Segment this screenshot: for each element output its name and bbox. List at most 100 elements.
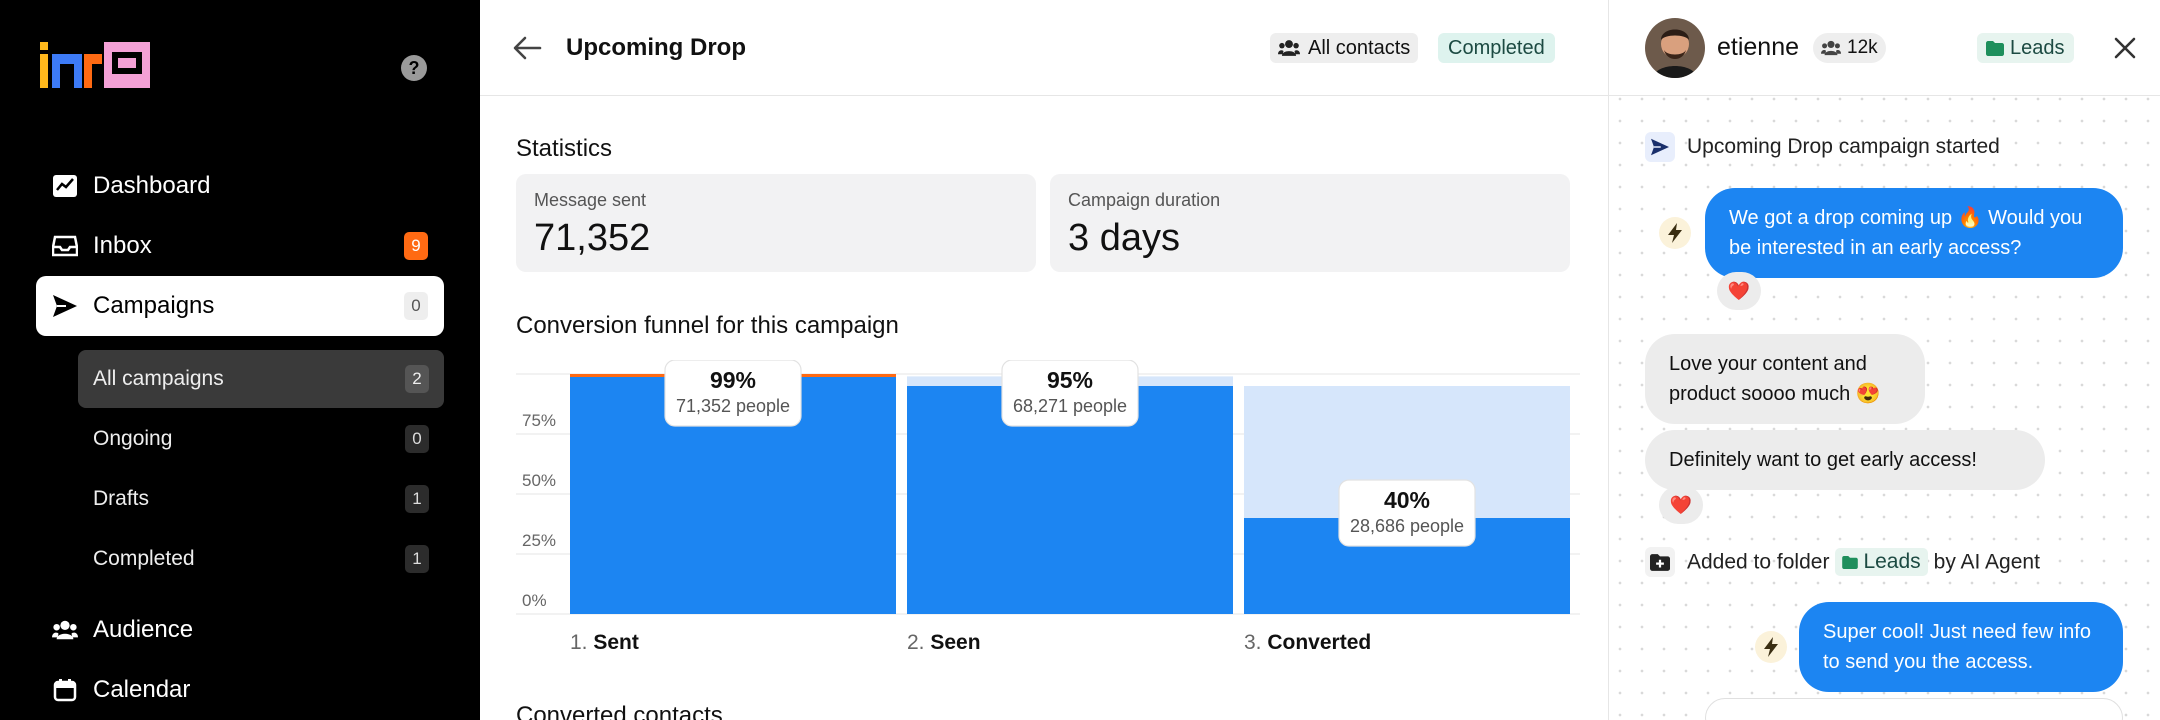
stat-label: Message sent xyxy=(534,190,647,210)
folder-add-icon xyxy=(1645,547,1675,577)
message-outgoing-partial xyxy=(1705,698,2123,720)
inbox-icon xyxy=(52,233,78,259)
users-icon xyxy=(52,617,78,643)
campaign-header: Upcoming Drop All contacts Completed xyxy=(480,0,1608,96)
ai-bolt-icon xyxy=(1755,631,1787,663)
nav-calendar[interactable]: Calendar xyxy=(36,660,444,720)
send-icon xyxy=(1645,132,1675,162)
y-tick-label: 0% xyxy=(522,591,547,610)
message-incoming[interactable]: Love your content and product soooo much… xyxy=(1645,334,1925,424)
message-outgoing[interactable]: We got a drop coming up 🔥 Would you be i… xyxy=(1705,188,2123,278)
followers-count: 12k xyxy=(1847,37,1878,58)
folder-badge[interactable]: Leads xyxy=(1835,548,1928,576)
data-label-percent: 40% xyxy=(1384,487,1430,513)
funnel-heading: Conversion funnel for this campaign xyxy=(516,312,899,339)
data-label-people: 71,352 people xyxy=(676,396,790,416)
data-label-percent: 99% xyxy=(710,367,756,393)
y-tick-label: 50% xyxy=(522,471,556,490)
y-tick-label: 25% xyxy=(522,531,556,550)
conversation-header: etienne 12k Leads xyxy=(1609,0,2160,96)
event-campaign-name[interactable]: Upcoming Drop xyxy=(1687,135,1833,158)
back-arrow-icon[interactable] xyxy=(512,34,542,62)
campaigns-count-badge: 0 xyxy=(404,292,428,320)
stat-value: 71,352 xyxy=(534,217,651,259)
inbox-count-badge: 9 xyxy=(404,232,428,260)
converted-contacts-heading: Converted contacts xyxy=(516,702,723,720)
category-label: 3. Converted xyxy=(1244,631,1371,654)
y-tick-label: 75% xyxy=(522,411,556,430)
data-label-people: 68,271 people xyxy=(1013,396,1127,416)
stat-value: 3 days xyxy=(1068,217,1180,259)
stat-label: Campaign duration xyxy=(1068,190,1221,210)
data-label-percent: 95% xyxy=(1047,367,1093,393)
contact-username: etienne xyxy=(1717,33,1800,61)
nav-inbox[interactable]: Inbox 9 xyxy=(36,216,444,276)
message-outgoing[interactable]: Super cool! Just need few info to send y… xyxy=(1799,602,2123,692)
audience-label: All contacts xyxy=(1308,36,1411,59)
subnav-all-campaigns[interactable]: All campaigns 2 xyxy=(78,350,444,408)
campaign-title: Upcoming Drop xyxy=(566,34,746,61)
users-icon xyxy=(1821,40,1841,56)
avatar[interactable] xyxy=(1645,18,1705,78)
subnav-label: Drafts xyxy=(93,487,150,510)
funnel-chart: 0% 25% 50% 75% 99% 71,352 people 1. Sent 95% 68,… xyxy=(516,360,1580,654)
event-text: Upcoming Drop campaign started xyxy=(1687,135,2000,159)
category-number: 3. xyxy=(1244,631,1267,654)
category-number: 2. xyxy=(907,631,930,654)
nav-label: Audience xyxy=(93,616,194,643)
nav-label: Dashboard xyxy=(93,172,211,199)
stat-card-messages: Message sent 71,352 xyxy=(516,174,1036,272)
help-icon[interactable]: ? xyxy=(401,55,427,81)
ai-bolt-icon xyxy=(1659,217,1691,249)
event-text: Added to folder Leads by AI Agent xyxy=(1687,548,2040,576)
audience-pill[interactable]: All contacts xyxy=(1270,33,1419,63)
message-incoming[interactable]: Definitely want to get early access! xyxy=(1645,430,2045,490)
heart-reaction[interactable]: ❤️ xyxy=(1659,486,1703,524)
status-badge: Completed xyxy=(1438,33,1555,63)
subnav-completed[interactable]: Completed 1 xyxy=(78,530,444,588)
event-campaign-started: Upcoming Drop campaign started xyxy=(1645,132,2000,162)
calendar-icon xyxy=(52,677,78,703)
subnav-count-badge: 0 xyxy=(405,425,429,453)
nav-dashboard[interactable]: Dashboard xyxy=(36,156,444,216)
subnav-label: All campaigns xyxy=(93,367,224,390)
subnav-count-badge: 1 xyxy=(405,545,429,573)
category-name: Seen xyxy=(930,631,980,654)
nav-label: Inbox xyxy=(93,232,152,259)
statistics-heading: Statistics xyxy=(516,135,613,162)
folder-icon xyxy=(1986,40,2004,56)
stat-card-duration: Campaign duration 3 days xyxy=(1050,174,1570,272)
event-added-suffix: by AI Agent xyxy=(1933,550,2040,574)
campaign-detail: Upcoming Drop All contacts Completed Sta… xyxy=(480,0,1608,720)
folder-badge[interactable]: Leads xyxy=(1977,33,2074,63)
send-icon xyxy=(52,293,78,319)
subnav-ongoing[interactable]: Ongoing 0 xyxy=(78,410,444,468)
app-logo[interactable] xyxy=(40,40,150,90)
heart-reaction[interactable]: ❤️ xyxy=(1717,272,1761,310)
nav-campaigns[interactable]: Campaigns 0 xyxy=(36,276,444,336)
nav-audience[interactable]: Audience xyxy=(36,600,444,660)
category-label: 2. Seen xyxy=(907,631,981,654)
event-added-to-folder: Added to folder Leads by AI Agent xyxy=(1645,547,2040,577)
category-name: Converted xyxy=(1267,631,1371,654)
data-label-people: 28,686 people xyxy=(1350,516,1464,536)
subnav-count-badge: 2 xyxy=(405,365,429,393)
subnav-label: Ongoing xyxy=(93,427,173,450)
close-icon[interactable] xyxy=(2113,36,2137,60)
event-campaign-text: campaign started xyxy=(1838,135,2000,158)
subnav-count-badge: 1 xyxy=(405,485,429,513)
users-icon xyxy=(1278,40,1300,56)
nav-label: Campaigns xyxy=(93,292,215,319)
event-added-prefix: Added to folder xyxy=(1687,550,1830,574)
category-label: 1. Sent xyxy=(570,631,639,654)
chart-icon xyxy=(52,173,78,199)
subnav-drafts[interactable]: Drafts 1 xyxy=(78,470,444,528)
category-name: Sent xyxy=(593,631,639,654)
folder-label: Leads xyxy=(2010,36,2065,59)
category-number: 1. xyxy=(570,631,593,654)
subnav-label: Completed xyxy=(93,547,195,570)
sidebar: ? Dashboard Inbox 9 Campaigns 0 All camp… xyxy=(0,0,480,720)
nav-label: Calendar xyxy=(93,676,191,703)
folder-icon xyxy=(1842,555,1859,569)
conversation-panel: etienne 12k Leads Upcoming Drop campaign… xyxy=(1608,0,2160,720)
